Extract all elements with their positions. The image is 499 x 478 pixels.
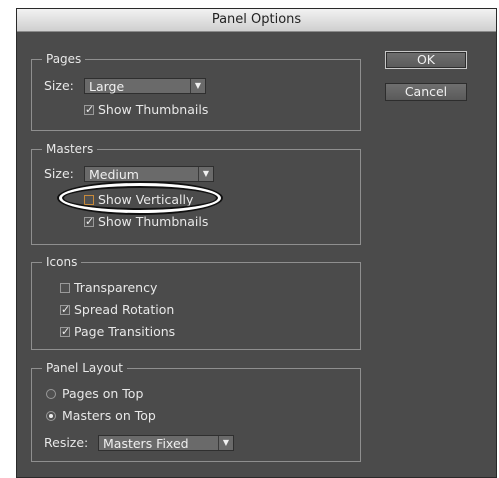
pages-size-dropdown[interactable]: Large ▼ [84,78,206,94]
chevron-down-icon: ▼ [190,79,205,93]
masters-size-label: Size: [44,166,74,181]
masters-show-thumbnails-label: Show Thumbnails [98,214,209,229]
resize-dropdown[interactable]: Masters Fixed ▼ [98,435,234,451]
pages-group: Pages Size: Large ▼ ✓ Show Thumbnails [31,51,361,131]
page-transitions-label: Page Transitions [74,324,176,339]
chevron-down-icon: ▼ [198,167,213,181]
icons-group-title: Icons [42,254,82,270]
masters-size-dropdown[interactable]: Medium ▼ [84,166,214,182]
panel-layout-group-title: Panel Layout [42,360,127,376]
checkmark-icon: ✓ [85,215,95,228]
cancel-button[interactable]: Cancel [385,83,467,101]
dialog-title: Panel Options [17,9,496,32]
chevron-down-icon: ▼ [218,436,233,450]
pages-size-label: Size: [44,78,74,93]
checkmark-icon: ✓ [61,325,71,338]
ok-button[interactable]: OK [385,51,467,69]
pages-on-top-radio[interactable] [46,389,56,399]
spread-rotation-label: Spread Rotation [74,302,175,317]
panel-layout-group: Panel Layout Pages on Top Masters on Top… [31,360,361,462]
pages-on-top-label: Pages on Top [62,386,144,401]
checkmark-icon: ✓ [61,303,71,316]
checkmark-icon: ✓ [85,103,95,116]
masters-on-top-label: Masters on Top [62,408,156,423]
spread-rotation-checkbox[interactable]: ✓ [60,303,71,316]
icons-group: Icons Transparency ✓ Spread Rotation ✓ P… [31,254,361,350]
resize-value: Masters Fixed [103,436,189,451]
pages-show-thumbnails-checkbox[interactable]: ✓ [84,103,95,116]
resize-label: Resize: [44,435,89,450]
panel-options-dialog: Panel Options Pages Size: Large ▼ ✓ Show… [16,8,497,478]
transparency-label: Transparency [74,280,158,295]
pages-show-thumbnails-label: Show Thumbnails [98,102,209,117]
masters-group-title: Masters [42,141,98,157]
masters-on-top-radio[interactable] [46,411,56,421]
pages-size-value: Large [89,79,125,94]
page-transitions-checkbox[interactable]: ✓ [60,325,71,338]
pages-group-title: Pages [42,51,86,67]
masters-size-value: Medium [89,167,139,182]
highlight-ellipse [59,183,221,213]
transparency-checkbox[interactable] [60,283,70,293]
masters-show-thumbnails-checkbox[interactable]: ✓ [84,215,95,228]
